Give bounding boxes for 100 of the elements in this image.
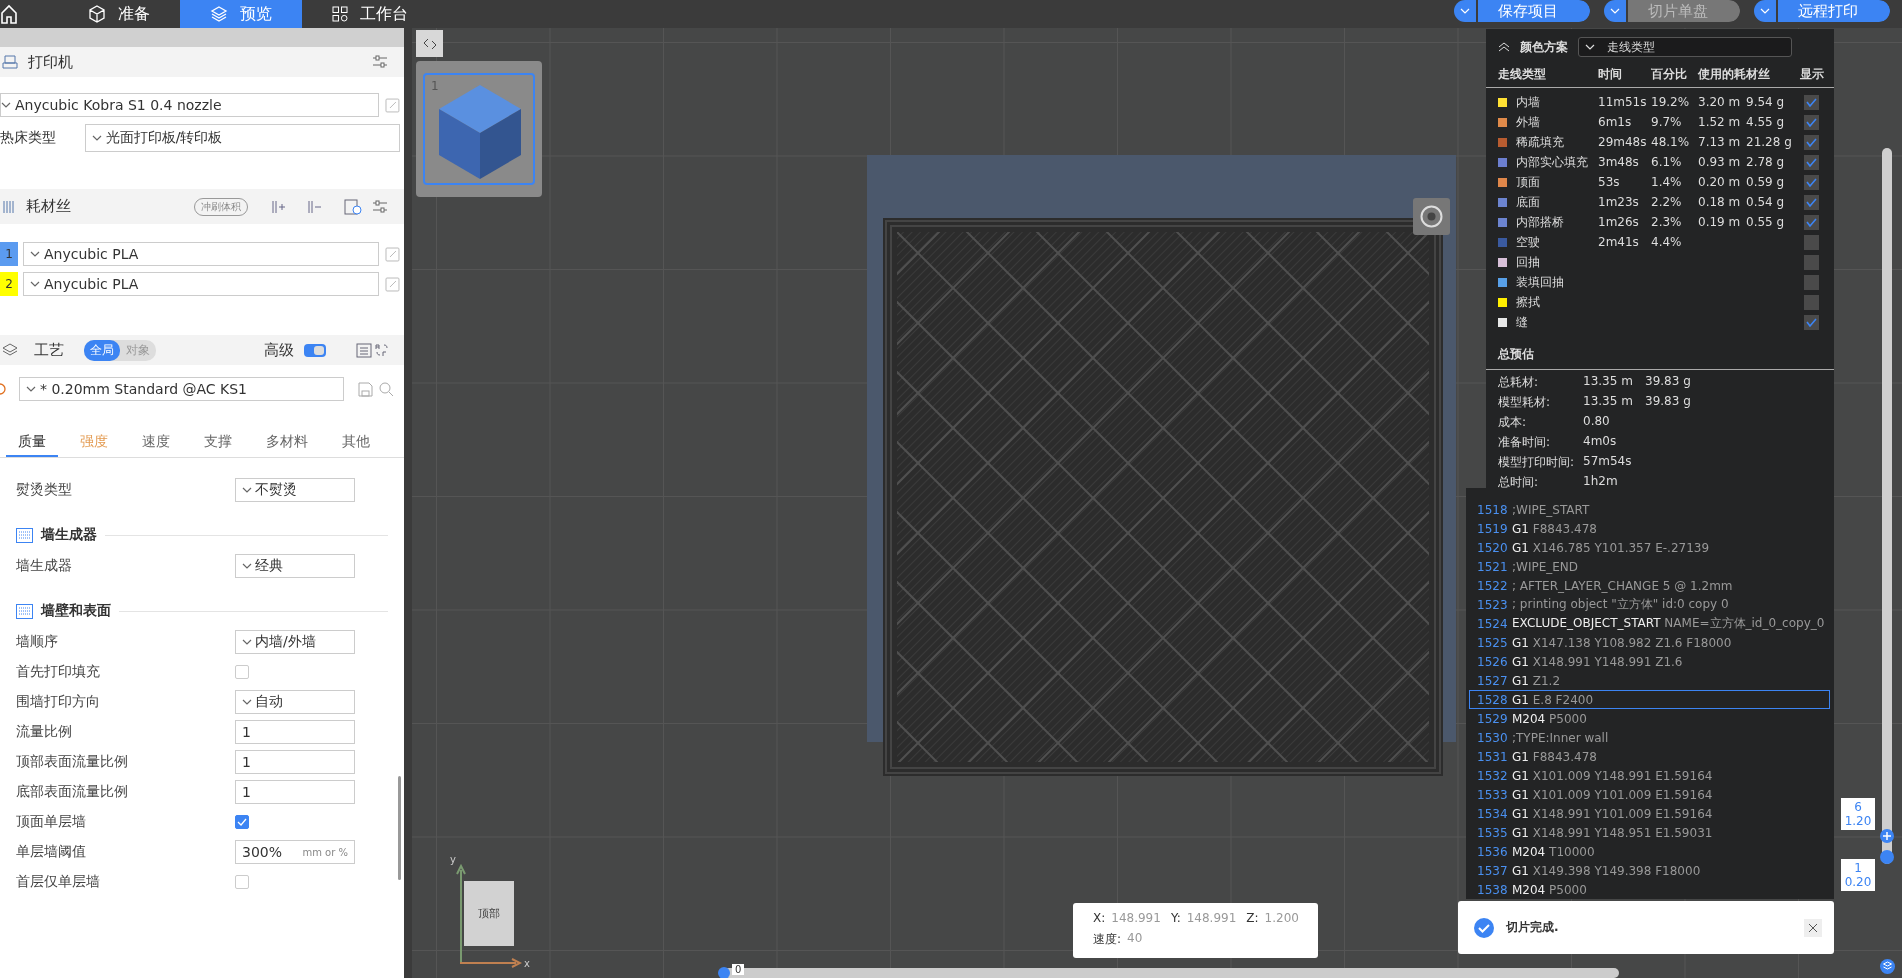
- layers-icon[interactable]: [1880, 959, 1895, 974]
- gcode-line[interactable]: 1538 M204 P5000: [1469, 880, 1830, 899]
- slot-number[interactable]: 2: [0, 272, 18, 296]
- action-button[interactable]: 远程打印: [1778, 0, 1890, 22]
- gcode-text: G1 F8843.478: [1512, 749, 1597, 764]
- checkbox[interactable]: [1804, 314, 1819, 330]
- dropdown-button[interactable]: [1754, 0, 1778, 22]
- gcode-line[interactable]: 1535 G1 X148.991 Y148.951 E1.59031: [1469, 823, 1830, 842]
- gcode-line[interactable]: 1537 G1 X149.398 Y149.398 F18000: [1469, 861, 1830, 880]
- gcode-line[interactable]: 1523 ; printing object "立方体" id:0 copy 0: [1469, 595, 1830, 614]
- gcode-line[interactable]: 1534 G1 X148.991 Y101.009 E1.59164: [1469, 804, 1830, 823]
- speed-label: 速度:: [1093, 931, 1122, 948]
- settings-icon[interactable]: [372, 199, 388, 214]
- gcode-text: EXCLUDE_OBJECT_START NAME=立方体_id_0_copy_0: [1512, 615, 1825, 632]
- setting-select[interactable]: 不熨烫: [235, 478, 355, 502]
- settings-tab[interactable]: 速度: [130, 429, 182, 457]
- action-button[interactable]: 保存项目: [1478, 0, 1590, 22]
- settings-tab[interactable]: 多材料: [254, 429, 320, 457]
- checkbox[interactable]: [1804, 114, 1819, 130]
- gcode-line[interactable]: 1533 G1 X101.009 Y101.009 E1.59164: [1469, 785, 1830, 804]
- slider-thumb[interactable]: [718, 967, 730, 978]
- checkbox[interactable]: [1804, 94, 1819, 110]
- input-field[interactable]: 1: [235, 720, 355, 744]
- gcode-line[interactable]: 1531 G1 F8843.478: [1469, 747, 1830, 766]
- nav-tab[interactable]: 准备: [58, 0, 180, 28]
- gcode-line[interactable]: 1536 M204 T10000: [1469, 842, 1830, 861]
- color-scheme-select[interactable]: 走线类型: [1578, 37, 1792, 57]
- gcode-line[interactable]: 1519 G1 F8843.478: [1469, 519, 1830, 538]
- advanced-switch[interactable]: [304, 343, 326, 357]
- checkbox[interactable]: [1804, 174, 1819, 190]
- gcode-line[interactable]: 1525 G1 X147.138 Y108.982 Z1.6 F18000: [1469, 633, 1830, 652]
- setting-select[interactable]: 自动: [235, 690, 355, 714]
- checkbox[interactable]: [1804, 194, 1819, 210]
- settings-tab[interactable]: 其他: [330, 429, 382, 457]
- chevron-icon: [1460, 8, 1470, 14]
- checkbox[interactable]: [235, 815, 249, 829]
- camera-icon[interactable]: [1413, 198, 1450, 235]
- checkbox[interactable]: [1804, 294, 1819, 310]
- gcode-line[interactable]: 1532 G1 X101.009 Y148.991 E1.59164: [1469, 766, 1830, 785]
- setting-label: 墙顺序: [16, 633, 59, 651]
- chevron-icon: [1610, 8, 1620, 14]
- settings-tab[interactable]: 支撑: [192, 429, 244, 457]
- collapse-icon[interactable]: [1498, 42, 1510, 52]
- checkbox[interactable]: [235, 665, 249, 679]
- filament-select[interactable]: Anycubic PLA: [22, 272, 380, 296]
- collapse-icon: [422, 37, 437, 50]
- input-field[interactable]: 1: [235, 750, 355, 774]
- nav-tab[interactable]: 预览: [180, 0, 302, 28]
- gcode-line[interactable]: 1527 G1 Z1.2: [1469, 671, 1830, 690]
- gcode-line[interactable]: 1524 EXCLUDE_OBJECT_START NAME=立方体_id_0_copy_0: [1469, 614, 1830, 633]
- gcode-line[interactable]: 1521 ;WIPE_END: [1469, 557, 1830, 576]
- legend-title: 颜色方案: [1520, 38, 1568, 56]
- close-icon: [1808, 922, 1818, 933]
- filament-select[interactable]: Anycubic PLA: [22, 242, 380, 266]
- checkbox[interactable]: [1804, 234, 1819, 250]
- slot-number[interactable]: 1: [0, 242, 18, 266]
- checkbox[interactable]: [1804, 254, 1819, 270]
- settings-tab[interactable]: 质量: [6, 429, 58, 457]
- chevron-icon: [29, 281, 40, 287]
- layer-slider[interactable]: [1880, 148, 1894, 864]
- settings-icon[interactable]: [372, 55, 388, 69]
- gcode-line[interactable]: 1518 ;WIPE_START: [1469, 500, 1830, 519]
- compare-icon[interactable]: [374, 342, 388, 358]
- scope-toggle[interactable]: 全局: [84, 339, 120, 361]
- nav-tab[interactable]: 工作台: [302, 0, 438, 28]
- home-icon[interactable]: [0, 4, 18, 24]
- summary-label: 模型耗材:: [1498, 394, 1552, 411]
- chevron-icon: [26, 386, 36, 392]
- checkbox[interactable]: [1804, 214, 1819, 230]
- checkbox[interactable]: [1804, 134, 1819, 150]
- gcode-line[interactable]: 1530 ;TYPE:Inner wall: [1469, 728, 1830, 747]
- scrollbar[interactable]: [398, 776, 401, 880]
- gcode-line[interactable]: 1522 ; AFTER_LAYER_CHANGE 5 @ 1.2mm: [1469, 576, 1830, 595]
- setting-select[interactable]: 内墙/外墙: [235, 630, 355, 654]
- checkbox[interactable]: [235, 875, 249, 889]
- collapse-button[interactable]: [416, 30, 443, 57]
- preset-select[interactable]: * 0.20mm Standard @AC KS1: [19, 377, 344, 401]
- column-header: 显示: [1800, 66, 1824, 83]
- checkbox[interactable]: [1804, 154, 1819, 170]
- gcode-line[interactable]: 1526 G1 X148.991 Y148.991 Z1.6: [1469, 652, 1830, 671]
- dropdown-button[interactable]: [1454, 0, 1478, 22]
- bed-type-select[interactable]: 光面打印板/转印板: [84, 124, 400, 152]
- checkbox[interactable]: [1804, 274, 1819, 290]
- sync-icon[interactable]: [344, 198, 362, 215]
- gcode-line[interactable]: 1529 M204 P5000: [1469, 709, 1830, 728]
- column-header: 时间: [1598, 66, 1623, 83]
- input-field[interactable]: 1: [235, 780, 355, 804]
- notification-message: 切片完成.: [1506, 919, 1559, 936]
- close-button[interactable]: [1804, 918, 1822, 937]
- input-field[interactable]: 300% mm or %: [235, 840, 355, 864]
- gcode-line[interactable]: 1520 G1 X146.785 Y101.357 E-.27139: [1469, 538, 1830, 557]
- slider-thumb[interactable]: [1880, 828, 1894, 843]
- legend-cell: 2.2%: [1651, 195, 1682, 209]
- slider-thumb[interactable]: [1880, 850, 1894, 864]
- setting-select[interactable]: 经典: [235, 554, 355, 578]
- printer-select[interactable]: Anycubic Kobra S1 0.4 nozzle: [0, 93, 380, 117]
- gcode-text: G1 E.8 F2400: [1512, 692, 1594, 707]
- summary-label: 总时间:: [1498, 474, 1540, 491]
- advanced-label: 高级: [264, 340, 294, 360]
- view-cube[interactable]: 顶部: [464, 881, 514, 946]
